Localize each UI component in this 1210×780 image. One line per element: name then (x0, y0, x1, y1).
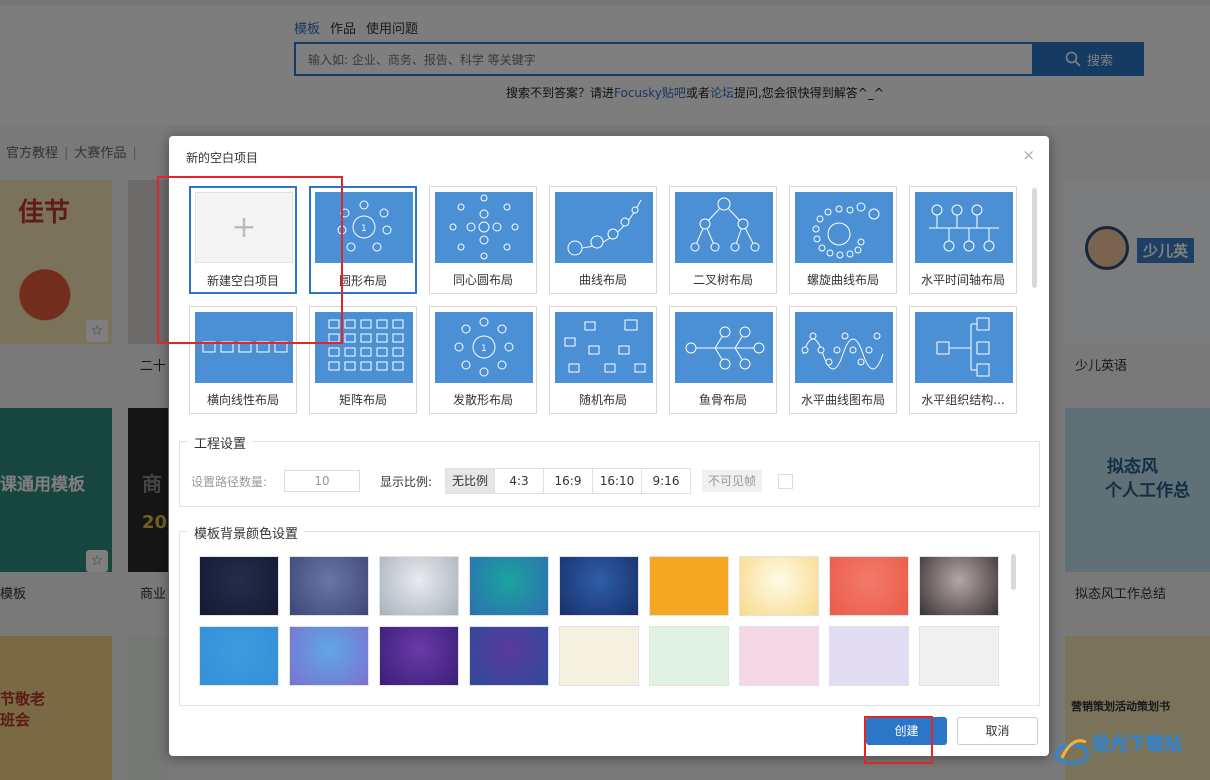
org-chart-layout-icon (915, 312, 1013, 383)
color-swatch[interactable] (379, 556, 459, 616)
ratio-16-9[interactable]: 16:9 (543, 468, 593, 494)
layout-radial[interactable]: 1 发散形布局 (429, 306, 537, 414)
layout-label: 水平组织结构... (921, 393, 1005, 407)
layout-label: 同心圆布局 (452, 273, 513, 287)
color-swatch[interactable] (739, 626, 819, 686)
layout-label: 横向线性布局 (206, 393, 279, 407)
project-settings-title: 工程设置 (188, 433, 253, 452)
layout-label: 水平时间轴布局 (920, 273, 1005, 287)
background-color-section: 模板背景颜色设置 (179, 523, 1040, 706)
svg-text:1: 1 (361, 224, 367, 234)
layout-label: 发散形布局 (452, 393, 513, 407)
ratio-none[interactable]: 无比例 (445, 468, 495, 494)
invisible-frame-checkbox[interactable] (778, 474, 793, 489)
horizontal-linear-layout-icon (195, 312, 293, 383)
layout-timeline[interactable]: 水平时间轴布局 (909, 186, 1017, 294)
layout-circle[interactable]: 1 圆形布局 (309, 186, 417, 294)
curve-layout-icon (555, 192, 653, 263)
color-swatch[interactable] (829, 556, 909, 616)
layout-label: 二叉树布局 (692, 273, 753, 287)
close-icon[interactable]: × (1022, 146, 1035, 164)
layout-concentric[interactable]: 同心圆布局 (429, 186, 537, 294)
color-swatch[interactable] (379, 626, 459, 686)
cancel-button[interactable]: 取消 (957, 717, 1038, 745)
ratio-4-3[interactable]: 4:3 (494, 468, 544, 494)
layout-org-chart[interactable]: 水平组织结构... (909, 306, 1017, 414)
color-swatch[interactable] (199, 556, 279, 616)
watermark-text: 极光下载站 (1092, 733, 1182, 755)
layout-binary-tree[interactable]: 二叉树布局 (669, 186, 777, 294)
color-swatch[interactable] (289, 626, 369, 686)
swatches-scrollbar[interactable] (1011, 554, 1016, 590)
color-swatch[interactable] (919, 556, 999, 616)
radial-layout-icon: 1 (435, 312, 533, 383)
svg-text:1: 1 (481, 344, 487, 354)
layout-label: 新建空白项目 (206, 274, 279, 288)
timeline-layout-icon (915, 192, 1013, 263)
dialog-title: 新的空白项目 (186, 151, 259, 165)
circle-layout-icon: 1 (315, 192, 413, 263)
layout-label: 水平曲线图布局 (800, 393, 885, 407)
layouts-scrollbar[interactable] (1032, 188, 1037, 288)
color-swatch[interactable] (289, 556, 369, 616)
layout-matrix[interactable]: 矩阵布局 (309, 306, 417, 414)
project-settings-section: 工程设置 设置路径数量: 10 显示比例: 无比例 4:3 16:9 16:10… (179, 433, 1040, 507)
color-swatch[interactable] (559, 626, 639, 686)
layout-label: 螺旋曲线布局 (806, 273, 879, 287)
create-button[interactable]: 创建 (866, 717, 947, 745)
ratio-9-16[interactable]: 9:16 (641, 468, 691, 494)
path-count-input[interactable]: 10 (284, 470, 360, 492)
color-swatch[interactable] (559, 556, 639, 616)
ratio-selector: 无比例 4:3 16:9 16:10 9:16 (445, 468, 691, 494)
layout-curve[interactable]: 曲线布局 (549, 186, 657, 294)
path-count-label: 设置路径数量: (191, 475, 268, 489)
matrix-layout-icon (315, 312, 413, 383)
blank-thumb: + (195, 192, 293, 263)
layout-horizontal-curve[interactable]: 水平曲线图布局 (789, 306, 897, 414)
color-swatch[interactable] (469, 556, 549, 616)
layout-horizontal-linear[interactable]: 横向线性布局 (189, 306, 297, 414)
color-swatch[interactable] (649, 626, 729, 686)
color-swatch[interactable] (829, 626, 909, 686)
layout-label: 曲线布局 (578, 273, 627, 287)
color-swatch[interactable] (919, 626, 999, 686)
watermark-logo: 极光下载站 (1052, 728, 1202, 772)
horizontal-curve-layout-icon (795, 312, 893, 383)
layout-new-blank[interactable]: + 新建空白项目 (189, 186, 297, 294)
color-swatch[interactable] (649, 556, 729, 616)
invisible-frame-label: 不可见帧 (702, 470, 763, 492)
layout-label: 随机布局 (578, 393, 627, 407)
ratio-label: 显示比例: (380, 475, 433, 489)
color-swatch[interactable] (199, 626, 279, 686)
layout-label: 圆形布局 (338, 274, 387, 288)
layout-random[interactable]: 随机布局 (549, 306, 657, 414)
new-project-dialog: 新的空白项目 × + 新建空白项目 1 圆形布局 同心圆布局 曲线布局 二叉树布… (169, 136, 1049, 756)
spiral-layout-icon (795, 192, 893, 263)
layout-fishbone[interactable]: 鱼骨布局 (669, 306, 777, 414)
color-swatch[interactable] (469, 626, 549, 686)
ratio-16-10[interactable]: 16:10 (592, 468, 642, 494)
binary-tree-layout-icon (675, 192, 773, 263)
layout-label: 矩阵布局 (338, 393, 387, 407)
concentric-layout-icon (435, 192, 533, 263)
fishbone-layout-icon (675, 312, 773, 383)
layout-label: 鱼骨布局 (698, 393, 747, 407)
layout-spiral[interactable]: 螺旋曲线布局 (789, 186, 897, 294)
random-layout-icon (555, 312, 653, 383)
color-swatch[interactable] (739, 556, 819, 616)
background-color-title: 模板背景颜色设置 (188, 523, 305, 542)
plus-icon: + (231, 210, 257, 245)
